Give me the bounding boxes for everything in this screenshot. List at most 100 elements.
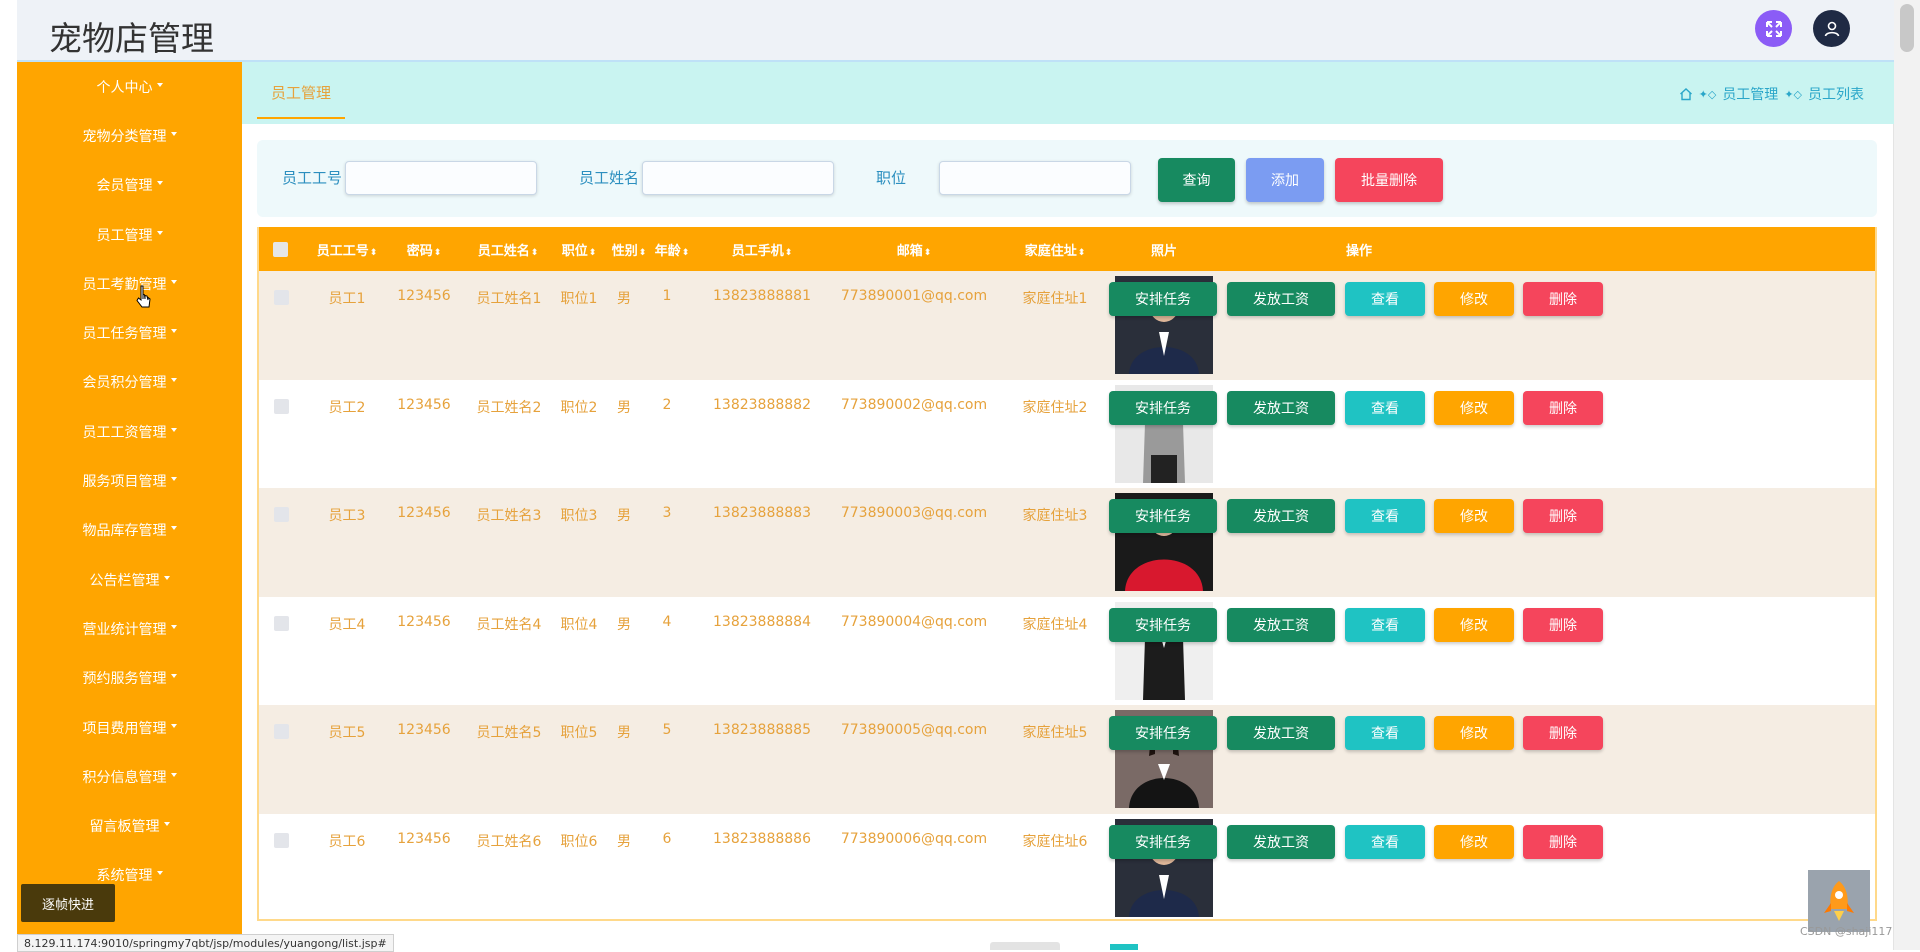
tab-bar: 员工管理 ✦◇ 员工管理 ✦◇ 员工列表 xyxy=(242,62,1894,124)
pay-salary-button[interactable]: 发放工资 xyxy=(1227,716,1335,750)
row-checkbox[interactable] xyxy=(274,398,289,414)
cell-email: 773890004@qq.com xyxy=(840,613,988,630)
sidebar-item-appointments[interactable]: 预约服务管理 xyxy=(17,654,242,703)
edit-button[interactable]: 修改 xyxy=(1434,390,1514,425)
th-emp-id[interactable]: 员工工号⬍ xyxy=(307,240,387,259)
edit-button[interactable]: 修改 xyxy=(1434,824,1514,859)
table-row: 员工6 123456 员工姓名6 职位6 男 6 13823888886 773… xyxy=(259,813,1875,919)
home-icon[interactable] xyxy=(1679,87,1693,101)
delete-button[interactable]: 删除 xyxy=(1523,499,1603,533)
table-header: 员工工号⬍ 密码⬍ 员工姓名⬍ 职位⬍ 性别⬍ 年龄⬍ 员工手机⬍ 邮箱⬍ 家庭… xyxy=(259,227,1875,271)
edit-button[interactable]: 修改 xyxy=(1434,607,1514,642)
sidebar-item-statistics[interactable]: 营业统计管理 xyxy=(17,604,242,653)
row-checkbox[interactable] xyxy=(274,832,289,848)
pay-salary-button[interactable]: 发放工资 xyxy=(1227,824,1335,859)
sidebar-item-attendance[interactable]: 员工考勤管理 xyxy=(17,259,242,308)
scrollbar-thumb[interactable] xyxy=(1900,4,1914,52)
sidebar-item-fees[interactable]: 项目费用管理 xyxy=(17,703,242,752)
th-age[interactable]: 年龄⬍ xyxy=(647,240,697,259)
row-checkbox[interactable] xyxy=(274,724,289,739)
sidebar-item-notices[interactable]: 公告栏管理 xyxy=(17,555,242,604)
th-position[interactable]: 职位⬍ xyxy=(549,240,609,259)
edit-button[interactable]: 修改 xyxy=(1434,716,1514,750)
row-checkbox[interactable] xyxy=(274,615,289,631)
user-button[interactable] xyxy=(1813,10,1850,47)
assign-task-button[interactable]: 安排任务 xyxy=(1109,824,1217,859)
view-button[interactable]: 查看 xyxy=(1345,824,1425,859)
th-email[interactable]: 邮箱⬍ xyxy=(849,240,979,259)
view-button[interactable]: 查看 xyxy=(1345,607,1425,642)
pay-salary-button[interactable]: 发放工资 xyxy=(1227,282,1335,316)
th-name[interactable]: 员工姓名⬍ xyxy=(463,240,553,259)
view-button[interactable]: 查看 xyxy=(1345,716,1425,750)
cell-phone: 13823888881 xyxy=(713,288,811,304)
view-button[interactable]: 查看 xyxy=(1345,390,1425,425)
emp-id-input[interactable] xyxy=(345,161,537,195)
caret-down-icon xyxy=(170,477,177,482)
cell-password: 123456 xyxy=(397,830,451,847)
row-checkbox[interactable] xyxy=(274,290,289,305)
sidebar-item-points-info[interactable]: 积分信息管理 xyxy=(17,752,242,801)
breadcrumb: ✦◇ 员工管理 ✦◇ 员工列表 xyxy=(1679,84,1864,104)
delete-button[interactable]: 删除 xyxy=(1523,390,1603,425)
cell-name: 员工姓名3 xyxy=(476,508,542,524)
position-input[interactable] xyxy=(939,161,1131,195)
assign-task-button[interactable]: 安排任务 xyxy=(1109,282,1217,316)
back-to-top-button[interactable] xyxy=(1808,870,1870,932)
delete-button[interactable]: 删除 xyxy=(1523,824,1603,859)
delete-button[interactable]: 删除 xyxy=(1523,716,1603,750)
view-button[interactable]: 查看 xyxy=(1345,282,1425,316)
edit-button[interactable]: 修改 xyxy=(1434,499,1514,533)
select-all-checkbox[interactable] xyxy=(273,242,288,257)
add-button[interactable]: 添加 xyxy=(1246,158,1324,202)
sort-icon: ⬍ xyxy=(588,248,597,258)
query-button[interactable]: 查询 xyxy=(1158,158,1235,202)
user-icon xyxy=(1824,21,1839,36)
pay-salary-button[interactable]: 发放工资 xyxy=(1227,499,1335,533)
frame-forward-button[interactable]: 逐帧快进 xyxy=(21,884,115,922)
cell-emp-id: 员工1 xyxy=(328,291,366,307)
caret-down-icon xyxy=(163,575,170,580)
sidebar-item-services[interactable]: 服务项目管理 xyxy=(17,456,242,505)
sidebar-item-employees[interactable]: 员工管理 xyxy=(17,210,242,259)
pay-salary-button[interactable]: 发放工资 xyxy=(1227,390,1335,425)
window-scrollbar[interactable] xyxy=(1893,0,1920,950)
cell-address: 家庭住址1 xyxy=(1022,291,1088,307)
th-address[interactable]: 家庭住址⬍ xyxy=(1005,240,1105,259)
row-checkbox[interactable] xyxy=(274,507,289,522)
assign-task-button[interactable]: 安排任务 xyxy=(1109,499,1217,533)
caret-down-icon xyxy=(156,82,163,87)
sidebar-item-member-points[interactable]: 会员积分管理 xyxy=(17,358,242,407)
cell-emp-id: 员工6 xyxy=(328,833,366,850)
caret-down-icon xyxy=(156,230,163,235)
pagination-button[interactable] xyxy=(990,942,1060,950)
edit-button[interactable]: 修改 xyxy=(1434,282,1514,316)
sidebar-item-salary[interactable]: 员工工资管理 xyxy=(17,407,242,456)
delete-button[interactable]: 删除 xyxy=(1523,607,1603,642)
assign-task-button[interactable]: 安排任务 xyxy=(1109,716,1217,750)
batch-delete-button[interactable]: 批量删除 xyxy=(1335,158,1443,202)
tab-employee-management[interactable]: 员工管理 xyxy=(257,82,346,119)
sidebar-item-pet-category[interactable]: 宠物分类管理 xyxy=(17,111,242,160)
pay-salary-button[interactable]: 发放工资 xyxy=(1227,607,1335,642)
sidebar-item-members[interactable]: 会员管理 xyxy=(17,161,242,210)
th-password[interactable]: 密码⬍ xyxy=(389,240,459,259)
delete-button[interactable]: 删除 xyxy=(1523,282,1603,316)
cell-position: 职位4 xyxy=(560,616,598,633)
fullscreen-button[interactable] xyxy=(1755,10,1792,47)
sidebar-item-personal-center[interactable]: 个人中心 xyxy=(17,62,242,111)
emp-name-input[interactable] xyxy=(642,161,834,195)
cell-password: 123456 xyxy=(397,505,451,521)
th-phone[interactable]: 员工手机⬍ xyxy=(707,240,817,259)
sidebar-item-inventory[interactable]: 物品库存管理 xyxy=(17,506,242,555)
caret-down-icon xyxy=(170,329,177,334)
assign-task-button[interactable]: 安排任务 xyxy=(1109,607,1217,642)
assign-task-button[interactable]: 安排任务 xyxy=(1109,390,1217,425)
cell-age: 5 xyxy=(662,722,672,738)
view-button[interactable]: 查看 xyxy=(1345,499,1425,533)
cell-email: 773890001@qq.com xyxy=(840,288,988,304)
pagination-current[interactable] xyxy=(1110,944,1138,950)
breadcrumb-level1[interactable]: 员工管理 xyxy=(1722,84,1778,104)
sidebar-item-message-board[interactable]: 留言板管理 xyxy=(17,801,242,850)
sidebar-item-tasks[interactable]: 员工任务管理 xyxy=(17,308,242,357)
